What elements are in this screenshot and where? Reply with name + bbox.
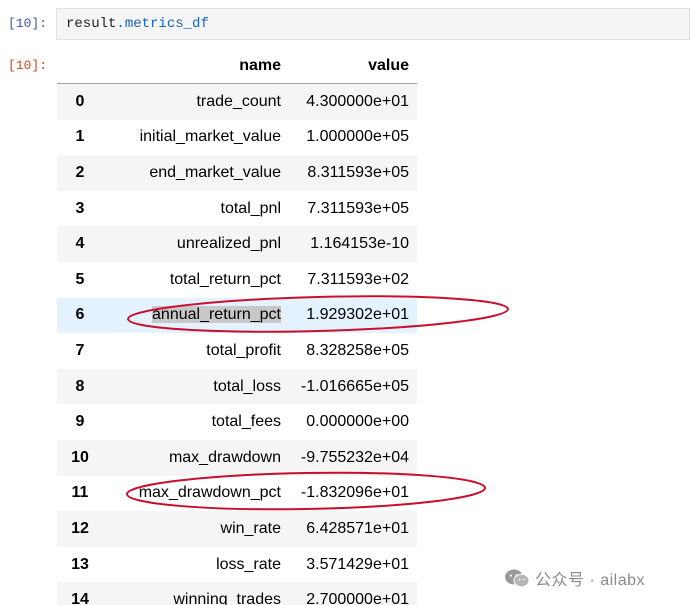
watermark-text: 公众号 · ailabx	[535, 572, 646, 589]
row-index: 4	[75, 235, 85, 253]
table-row: 0 trade_count 4.300000e+01	[57, 83, 417, 120]
metric-name-cell: initial_market_value	[139, 128, 281, 146]
selected-text: annual_return_pct	[152, 306, 281, 324]
row-index: 11	[71, 484, 89, 502]
metric-name-cell: total_pnl	[220, 199, 282, 217]
table-row: 13 loss_rate 3.571429e+01	[57, 547, 417, 583]
table-row: 11 max_drawdown_pct -1.832096e+01	[57, 476, 417, 512]
value-column-header: value	[289, 49, 417, 84]
metric-name-cell: annual_return_pct	[103, 298, 289, 334]
metric-value-cell: 1.929302e+01	[306, 306, 409, 324]
index-column-header	[57, 49, 103, 84]
metric-value-cell: -1.832096e+01	[300, 484, 409, 502]
row-index: 13	[71, 555, 89, 573]
metric-name-cell: unrealized_pnl	[176, 235, 281, 253]
header-row: name value	[57, 49, 417, 84]
row-index: 5	[75, 270, 85, 288]
code-object: result	[66, 16, 117, 32]
metric-name-cell: total_profit	[206, 341, 281, 359]
metric-name-cell: total_return_pct	[169, 270, 281, 288]
metric-value-cell: 4.300000e+01	[306, 92, 409, 110]
metric-value-cell: 8.311593e+05	[307, 163, 409, 181]
name-column-header: name	[103, 49, 289, 84]
row-index: 0	[75, 92, 85, 110]
metric-value-cell: 1.000000e+05	[306, 128, 409, 146]
metric-name-cell: win_rate	[220, 519, 281, 537]
table-row: 6 annual_return_pct 1.929302e+01	[57, 297, 417, 334]
metric-name-cell: trade_count	[196, 92, 281, 110]
input-prompt: [10]:	[8, 16, 48, 31]
metric-value-cell: 0.000000e+00	[306, 413, 409, 431]
dataframe-body: 0 trade_count 4.300000e+01 1 initial_market_…	[57, 83, 417, 605]
table-row: 9 total_fees 0.000000e+00	[57, 404, 417, 440]
metric-value-cell: 2.700000e+01	[306, 591, 409, 605]
table-row: 10 max_drawdown -9.755232e+04	[57, 439, 417, 476]
metric-value-cell: -9.755232e+04	[300, 448, 409, 466]
metric-name-cell: winning_trades	[173, 591, 281, 605]
metric-value-cell: -1.016665e+05	[300, 377, 409, 395]
metric-name-cell: total_fees	[211, 413, 281, 431]
metric-name-cell: end_market_value	[149, 163, 281, 181]
code-dot: .	[116, 16, 125, 32]
table-row: 7 total_profit 8.328258e+05	[57, 333, 417, 369]
wechat-icon	[505, 569, 530, 588]
metric-value-cell: 1.164153e-10	[310, 235, 409, 253]
table-row: 4 unrealized_pnl 1.164153e-10	[57, 226, 417, 262]
row-index: 2	[75, 163, 85, 181]
table-row: 1 initial_market_value 1.000000e+05	[57, 120, 417, 156]
code-input-area[interactable]: result.metrics_df	[56, 8, 690, 40]
metric-name-cell: loss_rate	[216, 555, 281, 573]
table-row: 3 total_pnl 7.311593e+05	[57, 191, 417, 227]
metric-name-cell: max_drawdown	[168, 448, 281, 466]
code-attribute: metrics_df	[124, 16, 209, 32]
metric-value-cell: 7.311593e+02	[307, 270, 409, 288]
dataframe-header: name value	[57, 49, 417, 84]
table-row: 12 win_rate 6.428571e+01	[57, 511, 417, 547]
row-index: 14	[71, 591, 89, 605]
row-index: 10	[71, 448, 89, 466]
row-index: 6	[75, 306, 85, 324]
row-index: 7	[75, 341, 85, 359]
table-row: 5 total_return_pct 7.311593e+02	[57, 262, 417, 298]
output-prompt: [10]:	[8, 58, 48, 73]
row-index: 12	[71, 519, 89, 537]
row-index: 8	[75, 377, 85, 395]
metric-value-cell: 7.311593e+05	[307, 199, 409, 217]
row-index: 3	[75, 199, 85, 217]
metric-name-cell: max_drawdown_pct	[138, 484, 281, 502]
row-index: 1	[75, 128, 85, 146]
metric-value-cell: 8.328258e+05	[306, 341, 409, 359]
watermark: 公众号 · ailabx	[504, 566, 645, 590]
row-index: 9	[75, 413, 85, 431]
metric-value-cell: 6.428571e+01	[306, 519, 409, 537]
table-row: 14 winning_trades 2.700000e+01	[57, 582, 417, 605]
notebook-cell: [10]: result.metrics_df [10]: name value…	[0, 0, 692, 605]
table-row: 8 total_loss -1.016665e+05	[57, 368, 417, 405]
table-row: 2 end_market_value 8.311593e+05	[57, 155, 417, 191]
metric-name-cell: total_loss	[213, 377, 281, 395]
metric-value-cell: 3.571429e+01	[306, 555, 409, 573]
metrics-dataframe: name value 0 trade_count 4.300000e+01 1 init…	[57, 49, 417, 605]
